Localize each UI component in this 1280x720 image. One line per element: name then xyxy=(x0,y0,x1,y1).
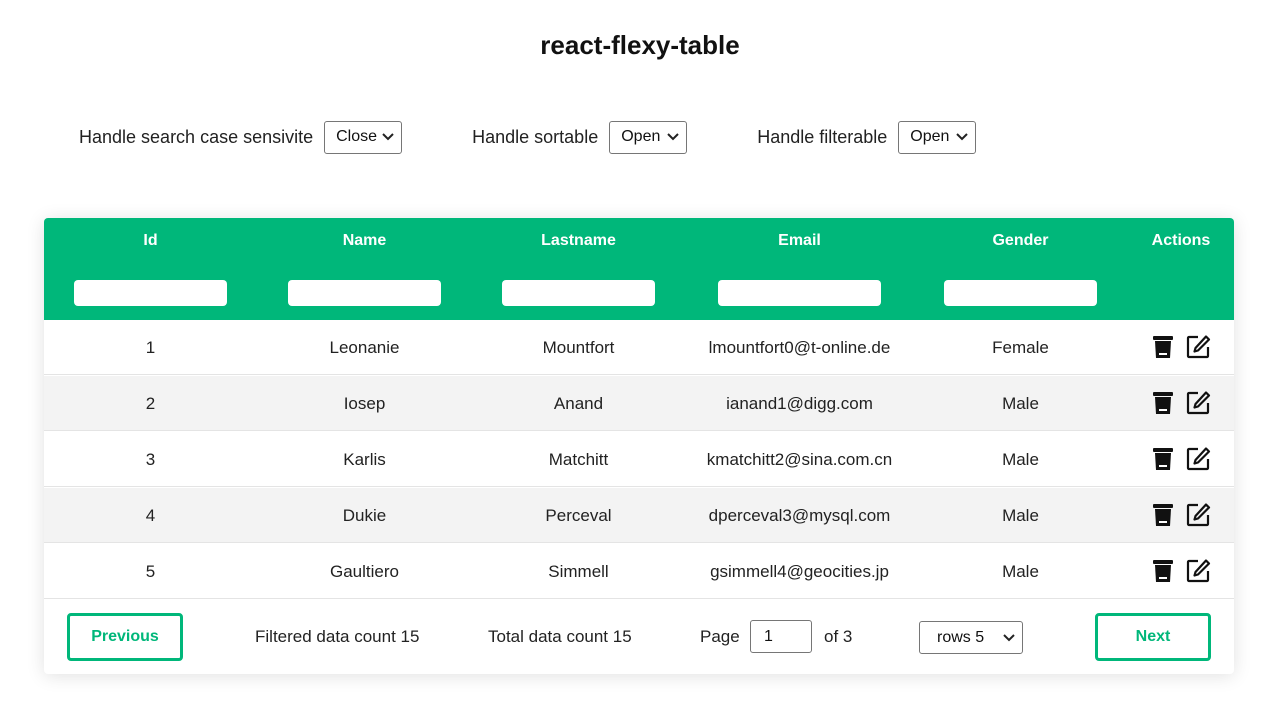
table-row: 1 Leonanie Mountfort lmountfort0@t-online.d… xyxy=(44,320,1234,375)
lastname-cell: Simmell xyxy=(548,562,609,581)
edit-icon[interactable] xyxy=(1185,502,1211,528)
chevron-down-icon xyxy=(382,133,394,141)
filterable-control: Handle filterable Open xyxy=(757,120,977,154)
id-cell: 5 xyxy=(145,562,156,581)
name-cell: Karlis xyxy=(343,450,386,469)
page-title: react-flexy-table xyxy=(540,30,740,60)
id-cell: 4 xyxy=(145,506,156,525)
email-cell: dperceval3@mysql.com xyxy=(708,506,891,525)
trash-icon[interactable] xyxy=(1150,446,1176,472)
email-cell: kmatchitt2@sina.com.cn xyxy=(706,450,893,469)
sortable-label: Handle sortable xyxy=(472,126,599,147)
trash-icon[interactable] xyxy=(1150,502,1176,528)
page-number-input[interactable]: 1 xyxy=(750,620,812,653)
id-cell: 1 xyxy=(145,338,156,357)
gender-cell: Female xyxy=(992,338,1049,357)
table-row: 3 Karlis Matchitt kmatchitt2@sina.com.cn Mal… xyxy=(44,432,1234,487)
sortable-control: Handle sortable Open xyxy=(472,120,688,154)
filterable-select-value: Open xyxy=(910,128,950,145)
previous-button[interactable]: Previous xyxy=(67,613,183,661)
gender-cell: Male xyxy=(1002,394,1039,413)
id-cell: 3 xyxy=(145,450,156,469)
name-filter-input[interactable] xyxy=(288,280,441,306)
id-filter-input[interactable] xyxy=(74,280,227,306)
search-case-select-value: Close xyxy=(336,128,378,145)
rows-per-page-select[interactable]: rows 5 xyxy=(919,621,1023,654)
column-header-email[interactable]: Email xyxy=(718,232,881,250)
chevron-down-icon xyxy=(956,133,969,141)
sortable-select-value: Open xyxy=(621,128,661,145)
name-cell: Gaultiero xyxy=(330,562,399,581)
trash-icon[interactable] xyxy=(1150,334,1176,360)
search-case-select[interactable]: Close xyxy=(324,120,403,154)
email-cell: lmountfort0@t-online.de xyxy=(708,338,891,357)
gender-filter-input[interactable] xyxy=(944,280,1097,306)
column-header-actions: Actions xyxy=(1151,232,1211,249)
chevron-down-icon xyxy=(667,133,679,141)
data-table: Id Name Lastname Email Gender Actions 1 L… xyxy=(44,218,1234,674)
page-label: Page xyxy=(700,627,740,646)
gender-cell: Male xyxy=(1002,450,1039,469)
trash-icon[interactable] xyxy=(1150,390,1176,416)
lastname-cell: Anand xyxy=(553,394,604,413)
trash-icon[interactable] xyxy=(1150,558,1176,584)
page-of-total: of 3 xyxy=(824,627,853,646)
gender-cell: Male xyxy=(1002,562,1039,581)
search-case-control: Handle search case sensivite Close xyxy=(79,120,403,154)
lastname-cell: Mountfort xyxy=(542,338,615,357)
edit-icon[interactable] xyxy=(1185,558,1211,584)
table-options: Handle search case sensivite Close Handl… xyxy=(79,120,977,154)
column-header-gender[interactable]: Gender xyxy=(944,232,1097,250)
filterable-select[interactable]: Open xyxy=(898,120,977,154)
column-header-id[interactable]: Id xyxy=(74,232,227,250)
sortable-select[interactable]: Open xyxy=(609,120,688,154)
lastname-cell: Perceval xyxy=(545,506,612,525)
rows-per-page-value: rows 5 xyxy=(937,628,985,646)
total-data-count: Total data count 15 xyxy=(488,627,632,646)
table-row: 5 Gaultiero Simmell gsimmell4@geocities.jp M… xyxy=(44,544,1234,599)
email-cell: gsimmell4@geocities.jp xyxy=(710,562,889,581)
email-filter-input[interactable] xyxy=(718,280,881,306)
chevron-down-icon xyxy=(1003,633,1015,642)
gender-cell: Male xyxy=(1002,506,1039,525)
edit-icon[interactable] xyxy=(1185,446,1211,472)
table-header: Id Name Lastname Email Gender Actions xyxy=(44,218,1234,320)
edit-icon[interactable] xyxy=(1185,334,1211,360)
filtered-data-count: Filtered data count 15 xyxy=(255,627,420,646)
lastname-cell: Matchitt xyxy=(548,450,609,469)
table-row: 4 Dukie Perceval dperceval3@mysql.com Male xyxy=(44,488,1234,543)
column-header-name[interactable]: Name xyxy=(288,232,441,250)
search-case-label: Handle search case sensivite xyxy=(79,126,314,147)
name-cell: Iosep xyxy=(343,394,386,413)
lastname-filter-input[interactable] xyxy=(502,280,655,306)
column-header-lastname[interactable]: Lastname xyxy=(502,232,655,250)
table-row: 2 Iosep Anand ianand1@digg.com Male xyxy=(44,376,1234,431)
name-cell: Leonanie xyxy=(329,338,400,357)
pagination-footer: Previous Filtered data count 15 Total da… xyxy=(44,600,1234,674)
id-cell: 2 xyxy=(145,394,156,413)
filterable-label: Handle filterable xyxy=(757,126,888,147)
name-cell: Dukie xyxy=(342,506,387,525)
edit-icon[interactable] xyxy=(1185,390,1211,416)
email-cell: ianand1@digg.com xyxy=(726,394,873,413)
next-button[interactable]: Next xyxy=(1095,613,1211,661)
